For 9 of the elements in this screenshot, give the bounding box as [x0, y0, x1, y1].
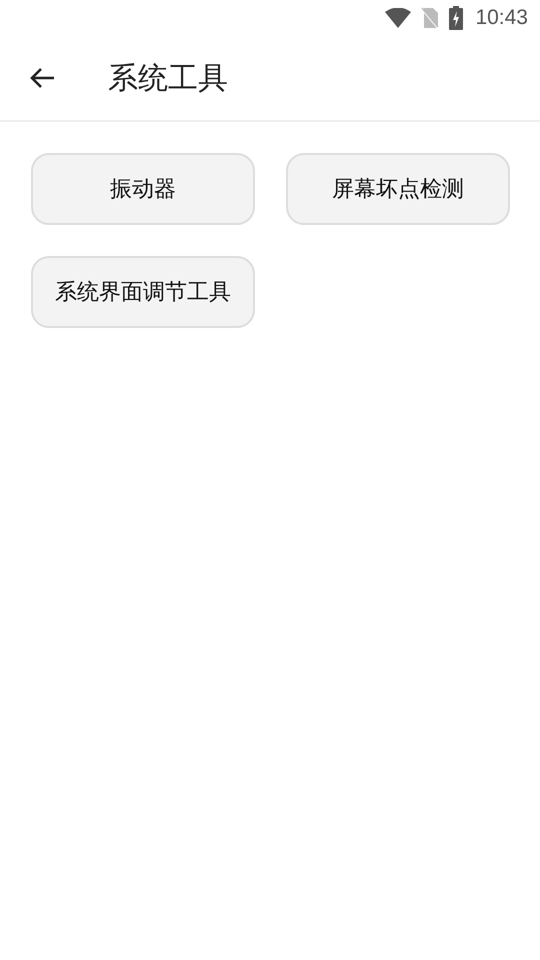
toolbar-title: 系统工具: [108, 60, 228, 98]
no-sim-icon: [421, 7, 440, 29]
status-time: 10:43: [475, 6, 528, 30]
tool-button[interactable]: 振动器: [31, 153, 255, 225]
back-arrow-icon: [29, 67, 55, 89]
wifi-icon: [385, 8, 412, 28]
battery-charging-icon: [449, 6, 464, 30]
tool-button[interactable]: 屏幕坏点检测: [286, 153, 510, 225]
tool-button[interactable]: 系统界面调节工具: [31, 256, 255, 328]
